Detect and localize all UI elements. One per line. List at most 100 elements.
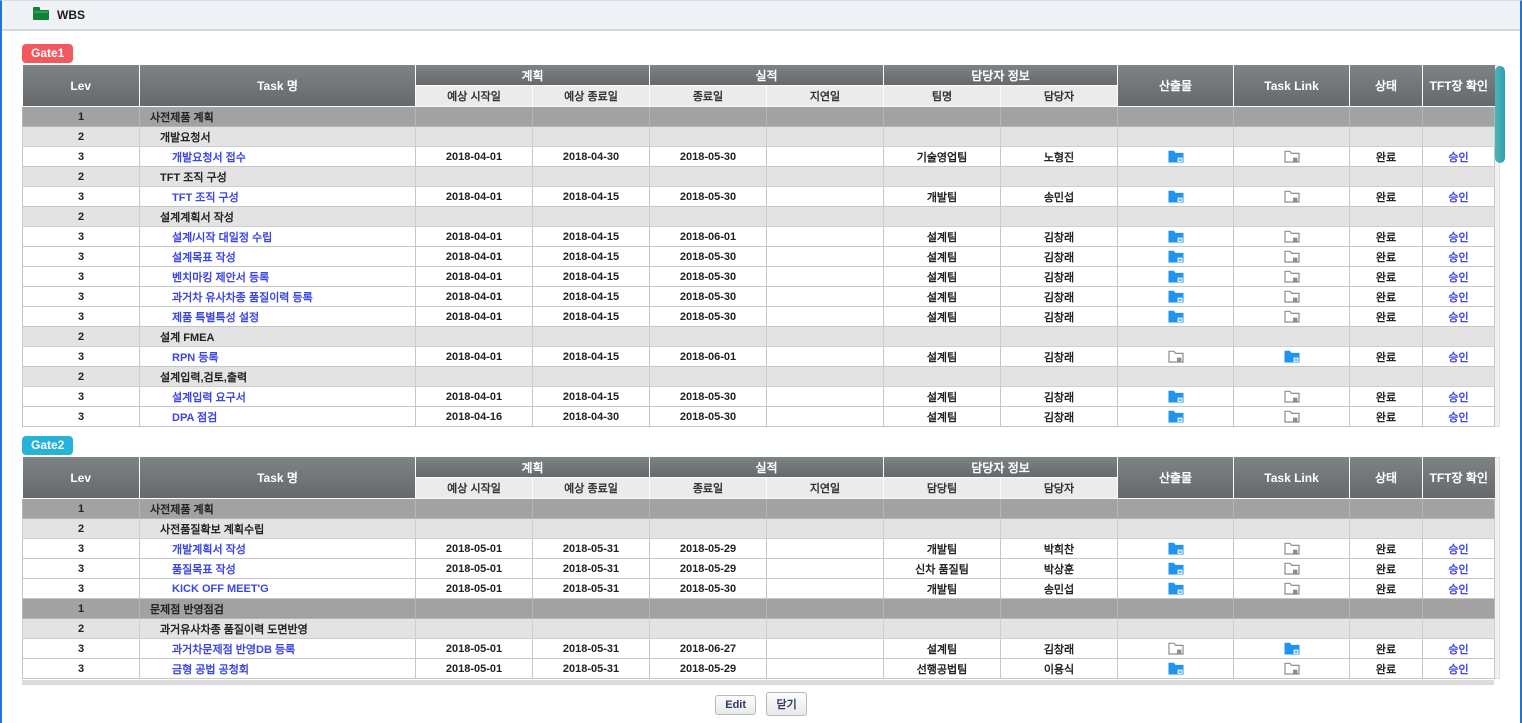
tasklink-folder-icon[interactable]	[1284, 350, 1300, 363]
status-text: 완료	[1376, 272, 1396, 284]
output-folder-icon[interactable]	[1168, 190, 1184, 203]
plan-start-cell	[416, 619, 533, 639]
task-link[interactable]: 벤치마킹 제안서 등록	[172, 272, 269, 284]
task-link[interactable]: KICK OFF MEET'G	[172, 583, 269, 595]
task-link[interactable]: DPA 점검	[172, 412, 217, 424]
delay-cell	[767, 127, 884, 147]
approve-link[interactable]: 승인	[1448, 192, 1468, 204]
tasklink-folder-icon[interactable]	[1284, 270, 1300, 283]
output-cell	[1118, 327, 1234, 347]
approve-link[interactable]: 승인	[1448, 312, 1468, 324]
tasklink-folder-icon[interactable]	[1284, 662, 1300, 675]
table-row: 1사전제품 계획	[23, 107, 1495, 127]
approve-link[interactable]: 승인	[1448, 412, 1468, 424]
tasklink-folder-icon[interactable]	[1284, 582, 1300, 595]
plan-end-cell: 2018-04-30	[533, 147, 650, 167]
output-folder-icon[interactable]	[1168, 150, 1184, 163]
tasklink-folder-icon[interactable]	[1284, 562, 1300, 575]
approve-link[interactable]: 승인	[1448, 584, 1468, 596]
gate1-scrollbar-thumb[interactable]	[1495, 66, 1505, 163]
output-cell	[1118, 639, 1234, 659]
approve-link[interactable]: 승인	[1448, 392, 1468, 404]
actual-end-cell: 2018-05-30	[650, 287, 767, 307]
output-folder-icon[interactable]	[1168, 390, 1184, 403]
lev-cell: 3	[23, 307, 140, 327]
task-link[interactable]: TFT 조직 구성	[172, 192, 239, 204]
task-link[interactable]: 과거차 유사차종 품질이력 등록	[172, 292, 313, 304]
task-link[interactable]: 설계입력 요구서	[172, 392, 246, 404]
approve-link[interactable]: 승인	[1448, 232, 1468, 244]
column-header-actual-end: 종료일	[650, 478, 767, 499]
lev-cell: 3	[23, 659, 140, 679]
output-folder-icon[interactable]	[1168, 662, 1184, 675]
owner-cell: 김창래	[1001, 227, 1118, 247]
plan-end-cell	[533, 519, 650, 539]
delay-cell	[767, 519, 884, 539]
approve-link[interactable]: 승인	[1448, 664, 1468, 676]
tasklink-cell	[1234, 247, 1350, 267]
output-folder-icon[interactable]	[1168, 410, 1184, 423]
status-cell	[1350, 167, 1423, 187]
tasklink-folder-icon[interactable]	[1284, 230, 1300, 243]
approve-link[interactable]: 승인	[1448, 544, 1468, 556]
tasklink-folder-icon[interactable]	[1284, 410, 1300, 423]
team-cell: 개발팀	[884, 579, 1001, 599]
tasklink-folder-icon[interactable]	[1284, 310, 1300, 323]
task-link[interactable]: RPN 등록	[172, 352, 219, 364]
tasklink-folder-icon[interactable]	[1284, 390, 1300, 403]
task-link[interactable]: 제품 특별특성 설정	[172, 312, 259, 324]
gate2-scrollbar-track[interactable]	[1495, 457, 1500, 679]
delay-cell	[767, 187, 884, 207]
output-folder-icon[interactable]	[1168, 562, 1184, 575]
output-folder-icon[interactable]	[1168, 310, 1184, 323]
task-link[interactable]: 개발요청서 접수	[172, 152, 246, 164]
tasklink-folder-icon[interactable]	[1284, 190, 1300, 203]
approve-link[interactable]: 승인	[1448, 252, 1468, 264]
tasklink-folder-icon[interactable]	[1284, 290, 1300, 303]
column-header-lev: Lev	[23, 65, 140, 107]
tasklink-cell	[1234, 147, 1350, 167]
approve-link[interactable]: 승인	[1448, 644, 1468, 656]
plan-start-cell	[416, 519, 533, 539]
tasklink-cell	[1234, 639, 1350, 659]
approve-link[interactable]: 승인	[1448, 564, 1468, 576]
delay-cell	[767, 207, 884, 227]
gate1-scrollbar-track[interactable]	[1495, 65, 1500, 427]
task-link[interactable]: 과거차문제점 반영DB 등록	[172, 644, 295, 656]
output-folder-icon[interactable]	[1168, 250, 1184, 263]
approve-link[interactable]: 승인	[1448, 292, 1468, 304]
plan-end-cell: 2018-04-15	[533, 227, 650, 247]
task-link[interactable]: 설계목표 작성	[172, 252, 236, 264]
approve-link[interactable]: 승인	[1448, 272, 1468, 284]
plan-end-cell	[533, 207, 650, 227]
output-folder-icon[interactable]	[1168, 542, 1184, 555]
output-folder-icon[interactable]	[1168, 582, 1184, 595]
output-folder-icon[interactable]	[1168, 290, 1184, 303]
output-folder-icon[interactable]	[1168, 642, 1184, 655]
tasklink-folder-icon[interactable]	[1284, 642, 1300, 655]
approve-link[interactable]: 승인	[1448, 152, 1468, 164]
status-cell	[1350, 599, 1423, 619]
output-folder-icon[interactable]	[1168, 350, 1184, 363]
plan-start-cell: 2018-04-16	[416, 407, 533, 427]
lev-cell: 3	[23, 287, 140, 307]
tasklink-folder-icon[interactable]	[1284, 250, 1300, 263]
column-header-task: Task 명	[140, 457, 416, 499]
owner-cell	[1001, 619, 1118, 639]
task-link[interactable]: 설계/시작 대일정 수립	[172, 232, 272, 244]
task-link[interactable]: 금형 공법 공청회	[172, 664, 249, 676]
output-folder-icon[interactable]	[1168, 270, 1184, 283]
team-cell	[884, 619, 1001, 639]
task-link[interactable]: 개발계획서 작성	[172, 544, 246, 556]
approve-link[interactable]: 승인	[1448, 352, 1468, 364]
output-cell	[1118, 287, 1234, 307]
close-button[interactable]: 닫기	[766, 692, 806, 716]
delay-cell	[767, 267, 884, 287]
task-link[interactable]: 품질목표 작성	[172, 564, 236, 576]
team-cell	[884, 519, 1001, 539]
tasklink-folder-icon[interactable]	[1284, 150, 1300, 163]
edit-button[interactable]: Edit	[715, 695, 756, 715]
output-folder-icon[interactable]	[1168, 230, 1184, 243]
actual-end-cell: 2018-05-29	[650, 559, 767, 579]
tasklink-folder-icon[interactable]	[1284, 542, 1300, 555]
